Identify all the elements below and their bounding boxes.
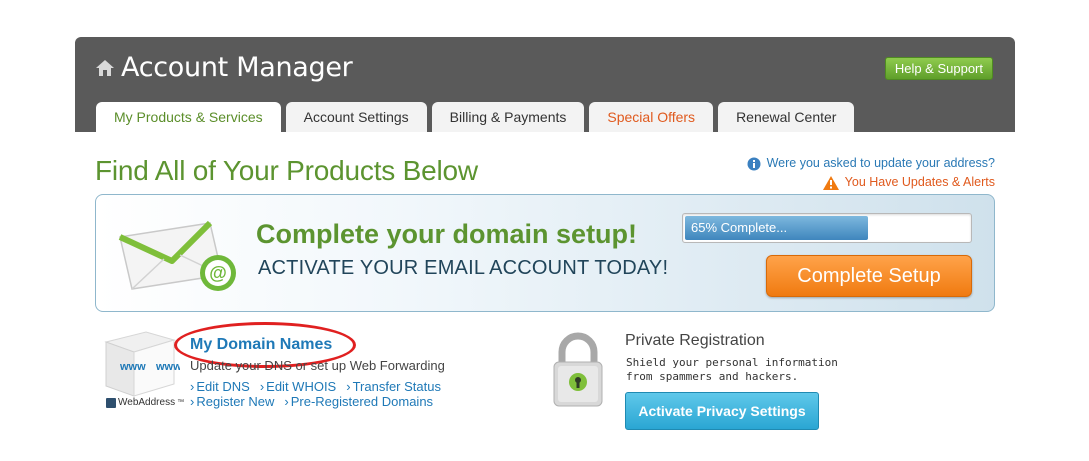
register-new-link[interactable]: Register New bbox=[190, 394, 274, 409]
activate-privacy-button[interactable]: Activate Privacy Settings bbox=[625, 392, 819, 430]
webaddress-trademark: ™ bbox=[177, 399, 185, 406]
domain-description: Update your DNS or set up Web Forwarding bbox=[190, 358, 445, 373]
complete-setup-button[interactable]: Complete Setup bbox=[766, 255, 972, 297]
account-header: Account Manager Help & Support My Produc… bbox=[75, 37, 1015, 132]
edit-dns-link[interactable]: Edit DNS bbox=[190, 379, 249, 394]
webaddress-brand: WebAddress ™ bbox=[106, 397, 184, 408]
webaddress-brand-label: WebAddress bbox=[118, 397, 176, 408]
envelope-icon: @ bbox=[118, 220, 236, 291]
tab-special-offers[interactable]: Special Offers bbox=[589, 102, 714, 132]
warning-icon bbox=[822, 175, 839, 190]
tab-account-settings[interactable]: Account Settings bbox=[285, 102, 427, 132]
main-tabs: My Products & Services Account Settings … bbox=[96, 102, 855, 132]
domain-links-row-1: Edit DNS Edit WHOIS Transfer Status bbox=[190, 379, 441, 394]
alerts-panel: Were you asked to update your address? Y… bbox=[747, 154, 995, 192]
domain-links: Edit DNS Edit WHOIS Transfer Status Regi… bbox=[190, 379, 441, 409]
banner-headline: Complete your domain setup! bbox=[256, 219, 638, 249]
domain-setup-banner: @ Complete your domain setup! ACTIVATE Y… bbox=[95, 194, 995, 312]
updates-alert[interactable]: You Have Updates & Alerts bbox=[747, 173, 995, 192]
progress-label: 65% Complete... bbox=[691, 220, 788, 235]
lock-icon bbox=[553, 332, 603, 407]
tab-billing-payments[interactable]: Billing & Payments bbox=[431, 102, 585, 132]
www-cube-text-side: www bbox=[155, 361, 180, 373]
home-icon bbox=[96, 59, 114, 76]
edit-whois-link[interactable]: Edit WHOIS bbox=[260, 379, 336, 394]
app-title: Account Manager bbox=[121, 52, 353, 83]
page-title: Find All of Your Products Below bbox=[95, 155, 478, 186]
tab-my-products[interactable]: My Products & Services bbox=[96, 102, 281, 132]
tab-renewal-center[interactable]: Renewal Center bbox=[718, 102, 855, 132]
help-support-button[interactable]: Help & Support bbox=[884, 57, 993, 80]
www-cube-text: www bbox=[119, 361, 146, 373]
webaddress-logo-icon bbox=[106, 397, 116, 408]
svg-text:@: @ bbox=[209, 263, 227, 283]
address-update-alert[interactable]: Were you asked to update your address? bbox=[747, 154, 995, 173]
domain-links-row-2: Register New Pre-Registered Domains bbox=[190, 394, 441, 409]
private-registration-description: Shield your personal information from sp… bbox=[626, 356, 838, 383]
updates-alerts-link[interactable]: You Have Updates & Alerts bbox=[845, 173, 995, 192]
brand[interactable]: Account Manager bbox=[95, 52, 353, 83]
setup-progress-bar: 65% Complete... bbox=[682, 213, 972, 243]
info-icon bbox=[747, 157, 761, 170]
banner-subline: ACTIVATE YOUR EMAIL ACCOUNT TODAY! bbox=[258, 257, 669, 279]
pre-registered-domains-link[interactable]: Pre-Registered Domains bbox=[284, 394, 433, 409]
transfer-status-link[interactable]: Transfer Status bbox=[346, 379, 441, 394]
address-update-link[interactable]: Were you asked to update your address? bbox=[767, 154, 995, 173]
private-registration-title: Private Registration bbox=[625, 332, 765, 349]
